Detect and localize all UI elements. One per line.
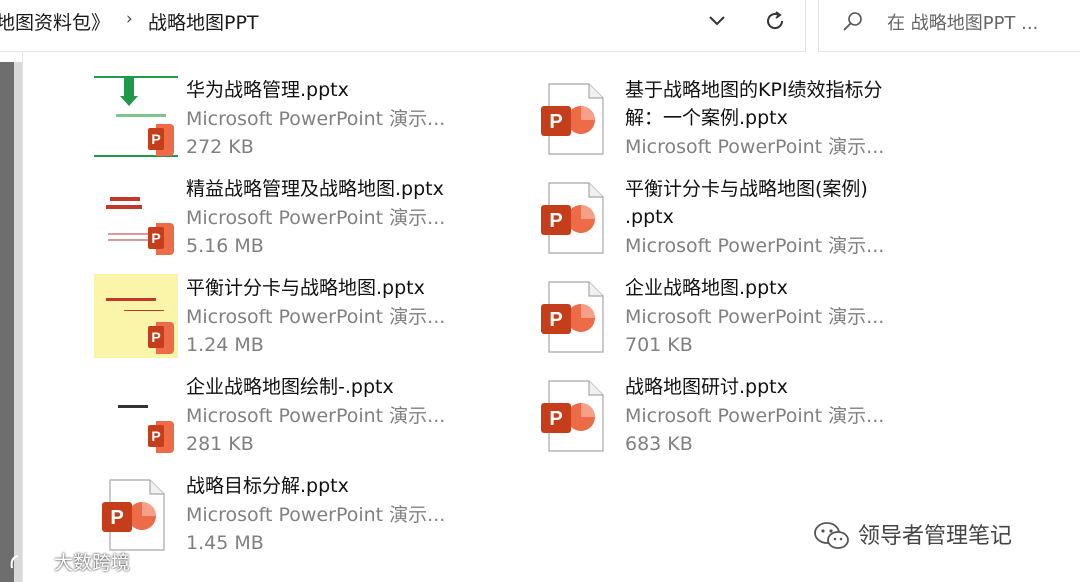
top-bar: 地图资料包》 › 战略地图PPT 在 战略地图PPT ... <box>0 0 1080 52</box>
navigation-scrollbar[interactable] <box>14 62 22 582</box>
file-item[interactable]: P 精益战略管理及战略地图.pptx Microsoft PowerPoint … <box>94 175 514 267</box>
file-name-line-2[interactable]: 解：一个案例.pptx <box>625 104 788 132</box>
file-size: 1.45 MB <box>186 532 264 554</box>
breadcrumb-parent[interactable]: 地图资料包》 <box>0 8 110 35</box>
file-name[interactable]: 企业战略地图.pptx <box>625 274 788 302</box>
file-type: Microsoft PowerPoint 演示... <box>186 504 446 526</box>
file-name[interactable]: 企业战略地图绘制-.pptx <box>186 373 394 401</box>
file-type: Microsoft PowerPoint 演示... <box>625 306 885 328</box>
pane-divider <box>22 52 23 582</box>
file-item[interactable]: P 战略地图研讨.pptx Microsoft PowerPoint 演示...… <box>533 373 953 465</box>
ppt-file-icon: P <box>541 281 604 353</box>
file-size: 701 KB <box>625 334 693 356</box>
file-type: Microsoft PowerPoint 演示... <box>625 235 885 257</box>
ppt-file-icon: P <box>102 479 165 551</box>
file-item[interactable]: P 华为战略管理.pptx Microsoft PowerPoint 演示...… <box>94 76 514 168</box>
address-bar[interactable]: 地图资料包》 › 战略地图PPT <box>0 0 806 52</box>
file-type: Microsoft PowerPoint 演示... <box>186 207 446 229</box>
svg-text:P: P <box>151 329 160 345</box>
svg-text:P: P <box>151 428 160 444</box>
svg-text:P: P <box>549 309 562 331</box>
file-type: Microsoft PowerPoint 演示... <box>625 136 885 158</box>
breadcrumb-current[interactable]: 战略地图PPT <box>148 8 259 35</box>
file-size: 683 KB <box>625 433 693 455</box>
svg-text:P: P <box>151 131 160 147</box>
file-name[interactable]: 战略地图研讨.pptx <box>625 373 788 401</box>
watermark-logo-icon <box>10 555 49 569</box>
file-type: Microsoft PowerPoint 演示... <box>625 405 885 427</box>
red-title-thumbnail: P <box>94 175 178 259</box>
search-icon <box>843 12 862 31</box>
file-type: Microsoft PowerPoint 演示... <box>186 405 446 427</box>
file-item[interactable]: P 平衡计分卡与战略地图(案例) .pptx Microsoft PowerPo… <box>533 175 953 267</box>
svg-text:P: P <box>151 230 160 246</box>
search-input[interactable]: 在 战略地图PPT ... <box>887 9 1038 35</box>
file-name[interactable]: 华为战略管理.pptx <box>186 76 349 104</box>
refresh-icon[interactable] <box>762 8 788 34</box>
file-name[interactable]: 精益战略管理及战略地图.pptx <box>186 175 444 203</box>
chevron-down-icon[interactable] <box>704 8 730 34</box>
watermark-source: 大数跨境 <box>54 552 131 574</box>
file-name[interactable]: 战略目标分解.pptx <box>186 472 349 500</box>
file-type: Microsoft PowerPoint 演示... <box>186 306 446 328</box>
ppt-file-icon: P <box>541 83 604 155</box>
file-item[interactable]: P 企业战略地图.pptx Microsoft PowerPoint 演示...… <box>533 274 953 366</box>
white-thumbnail: P <box>94 373 178 457</box>
watermark-brand: 领导者管理笔记 <box>858 524 1013 549</box>
file-size: 281 KB <box>186 433 254 455</box>
file-item[interactable]: P 基于战略地图的KPI绩效指标分 解：一个案例.pptx Microsoft … <box>533 76 953 168</box>
svg-text:P: P <box>549 210 562 232</box>
file-name-line-1[interactable]: 基于战略地图的KPI绩效指标分 <box>625 76 883 104</box>
file-type: Microsoft PowerPoint 演示... <box>186 108 446 130</box>
svg-text:P: P <box>549 111 562 133</box>
green-thumbnail: P <box>94 76 178 160</box>
ppt-file-icon: P <box>541 182 604 254</box>
yellow-thumbnail: P <box>94 274 178 358</box>
file-size: 272 KB <box>186 136 254 158</box>
file-item[interactable]: P 平衡计分卡与战略地图.pptx Microsoft PowerPoint 演… <box>94 274 514 366</box>
ppt-file-icon: P <box>541 380 604 452</box>
wechat-icon <box>814 522 849 549</box>
file-size: 1.24 MB <box>186 334 264 356</box>
file-size: 5.16 MB <box>186 235 264 257</box>
search-box[interactable]: 在 战略地图PPT ... <box>818 0 1080 52</box>
breadcrumb-separator[interactable]: › <box>126 9 133 29</box>
file-name-line-1[interactable]: 平衡计分卡与战略地图(案例) <box>625 175 868 203</box>
file-item[interactable]: P 战略目标分解.pptx Microsoft PowerPoint 演示...… <box>94 472 514 564</box>
file-name-line-2[interactable]: .pptx <box>625 203 674 231</box>
file-item[interactable]: P 企业战略地图绘制-.pptx Microsoft PowerPoint 演示… <box>94 373 514 465</box>
file-name[interactable]: 平衡计分卡与战略地图.pptx <box>186 274 425 302</box>
svg-text:P: P <box>110 507 123 529</box>
svg-text:P: P <box>549 408 562 430</box>
